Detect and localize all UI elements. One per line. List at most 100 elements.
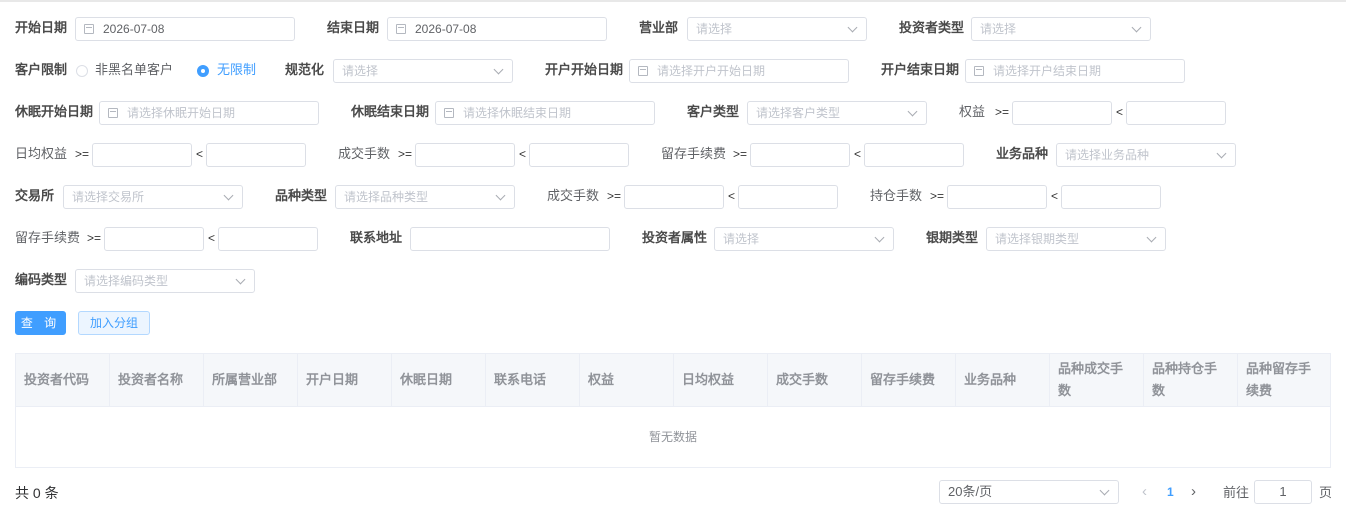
equity-max-input[interactable]	[1126, 101, 1226, 125]
exchange-label: 交易所	[15, 188, 55, 203]
branch-label: 营业部	[639, 20, 679, 35]
variety-type-select[interactable]: 请选择品种类型	[335, 185, 515, 209]
volume-min-input[interactable]	[415, 143, 515, 167]
exchange-select[interactable]: 请选择交易所	[63, 185, 243, 209]
calendar-icon	[444, 108, 454, 118]
position-max-input[interactable]	[1061, 185, 1161, 209]
code-type-select[interactable]: 请选择编码类型	[75, 269, 255, 293]
daily-equity-min-input[interactable]	[92, 143, 192, 167]
next-page-icon[interactable]: ›	[1191, 481, 1196, 503]
branch-select[interactable]: 请选择	[687, 17, 867, 41]
address-label: 联系地址	[350, 230, 403, 245]
column-header: 开户日期	[298, 354, 392, 406]
current-page[interactable]: 1	[1167, 481, 1174, 503]
equity-label: 权益	[959, 104, 986, 119]
radio-non-blacklist-label[interactable]: 非黑名单客户	[95, 58, 173, 82]
goto-page-input[interactable]: 1	[1254, 480, 1312, 504]
volume2-label: 成交手数	[547, 188, 600, 203]
end-date-value: 2026-07-08	[415, 22, 477, 36]
start-date-picker[interactable]: 2026-07-08	[75, 17, 295, 41]
prev-page-icon[interactable]: ‹	[1142, 481, 1147, 503]
column-header: 投资者名称	[110, 354, 204, 406]
calendar-icon	[638, 66, 648, 76]
investor-type-select[interactable]: 请选择	[971, 17, 1151, 41]
chevron-down-icon	[1131, 22, 1142, 33]
radio-non-blacklist[interactable]	[76, 65, 88, 77]
start-date-value: 2026-07-08	[103, 22, 165, 36]
normalize-label: 规范化	[285, 62, 325, 77]
retained-fee-lt-op: <	[854, 147, 862, 161]
retained-fee2-max-input[interactable]	[218, 227, 318, 251]
daily-equity-max-input[interactable]	[206, 143, 306, 167]
column-header: 权益	[580, 354, 674, 406]
retained-fee2-lt-op: <	[208, 231, 216, 245]
variety-type-placeholder: 请选择品种类型	[344, 190, 429, 204]
bank-type-select[interactable]: 请选择银期类型	[986, 227, 1166, 251]
table-header: 投资者代码 投资者名称 所属营业部 开户日期 休眠日期 联系电话 权益 日均权益…	[15, 353, 1331, 407]
open-start-label: 开户开始日期	[545, 62, 624, 77]
add-group-button[interactable]: 加入分组	[78, 311, 150, 335]
end-date-label: 结束日期	[327, 20, 380, 35]
chevron-down-icon	[495, 190, 506, 201]
retained-fee2-min-input[interactable]	[104, 227, 204, 251]
normalize-placeholder: 请选择	[342, 64, 379, 78]
column-header: 品种留存手续费	[1246, 361, 1312, 398]
calendar-icon	[84, 24, 94, 34]
variety-type-label: 品种类型	[275, 188, 328, 203]
page-size-select[interactable]: 20条/页	[939, 480, 1119, 504]
investor-attr-placeholder: 请选择	[723, 232, 760, 246]
goto-label: 前往	[1223, 485, 1250, 500]
empty-text: 暂无数据	[648, 430, 697, 444]
position-min-input[interactable]	[947, 185, 1047, 209]
branch-placeholder: 请选择	[696, 22, 733, 36]
column-header: 所属营业部	[204, 354, 298, 406]
business-variety-select[interactable]: 请选择业务品种	[1056, 143, 1236, 167]
chevron-down-icon	[1216, 148, 1227, 159]
investor-type-label: 投资者类型	[899, 20, 965, 35]
chevron-down-icon	[1099, 485, 1110, 496]
customer-limit-label: 客户限制	[15, 62, 68, 77]
column-header: 成交手数	[768, 354, 862, 406]
query-button[interactable]: 查 询	[15, 311, 66, 335]
retained-fee-max-input[interactable]	[864, 143, 964, 167]
position-label: 持仓手数	[870, 188, 923, 203]
equity-min-input[interactable]	[1012, 101, 1112, 125]
volume-max-input[interactable]	[529, 143, 629, 167]
volume2-max-input[interactable]	[738, 185, 838, 209]
normalize-select[interactable]: 请选择	[333, 59, 513, 83]
open-end-picker[interactable]: 请选择开户结束日期	[965, 59, 1185, 83]
investor-attr-label: 投资者属性	[642, 230, 708, 245]
equity-lt-op: <	[1116, 105, 1124, 119]
customer-type-placeholder: 请选择客户类型	[756, 106, 841, 120]
volume2-lt-op: <	[728, 189, 736, 203]
retained-fee-min-input[interactable]	[750, 143, 850, 167]
chevron-down-icon	[493, 64, 504, 75]
page-size-value: 20条/页	[948, 484, 993, 499]
investor-attr-select[interactable]: 请选择	[714, 227, 894, 251]
exchange-placeholder: 请选择交易所	[72, 190, 145, 204]
total-count: 共 0 条	[15, 485, 59, 501]
column-header: 投资者代码	[16, 354, 110, 406]
address-input[interactable]	[410, 227, 610, 251]
dormant-start-picker[interactable]: 请选择休眠开始日期	[99, 101, 319, 125]
volume2-min-input[interactable]	[624, 185, 724, 209]
radio-unlimited-label[interactable]: 无限制	[217, 58, 256, 82]
column-header: 品种成交手数	[1050, 354, 1144, 406]
open-start-picker[interactable]: 请选择开户开始日期	[629, 59, 849, 83]
customer-type-select[interactable]: 请选择客户类型	[747, 101, 927, 125]
daily-equity-label: 日均权益	[15, 146, 68, 161]
end-date-picker[interactable]: 2026-07-08	[387, 17, 607, 41]
retained-fee-label: 留存手续费	[661, 146, 727, 161]
volume-lt-op: <	[519, 147, 527, 161]
volume-gte-op: >=	[398, 147, 413, 161]
retained-fee2-gte-op: >=	[87, 231, 102, 245]
chevron-down-icon	[1146, 232, 1157, 243]
radio-unlimited[interactable]	[197, 65, 209, 77]
dormant-end-picker[interactable]: 请选择休眠结束日期	[435, 101, 655, 125]
chevron-down-icon	[907, 106, 918, 117]
chevron-down-icon	[235, 274, 246, 285]
daily-equity-gte-op: >=	[75, 147, 90, 161]
table-body: 暂无数据	[15, 407, 1331, 468]
column-header: 联系电话	[486, 354, 580, 406]
start-date-label: 开始日期	[15, 20, 68, 35]
